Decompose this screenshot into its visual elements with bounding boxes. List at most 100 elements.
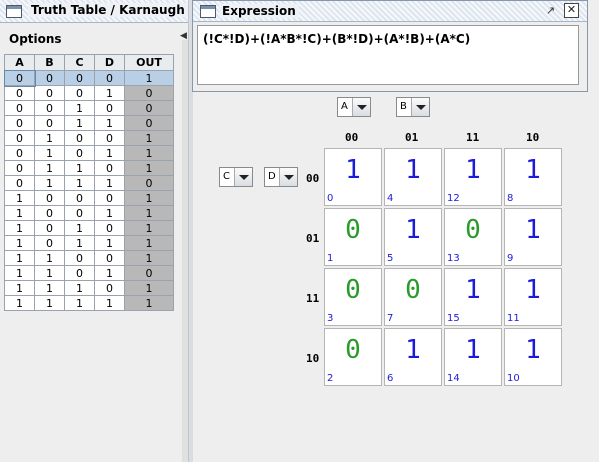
input-cell: 0 [34, 100, 65, 116]
kmap-cell[interactable]: 1 11 [504, 268, 562, 326]
kmap-cell-value: 1 [525, 335, 541, 365]
table-row[interactable]: 11010 [4, 265, 174, 281]
input-cell: 1 [4, 235, 35, 251]
input-cell: 1 [64, 175, 95, 191]
kmap-cell-index: 4 [387, 193, 394, 204]
table-row[interactable]: 01110 [4, 175, 174, 191]
col-var-2-value: B [400, 101, 407, 112]
output-cell[interactable]: 1 [124, 295, 174, 311]
table-row[interactable]: 01001 [4, 130, 174, 146]
table-row[interactable]: 00010 [4, 85, 174, 101]
kmap-cell-value: 1 [525, 275, 541, 305]
input-cell: 0 [34, 235, 65, 251]
col-var-1-value: A [341, 101, 348, 112]
col-var-selector-1[interactable]: A [337, 97, 371, 117]
table-row[interactable]: 11111 [4, 295, 174, 311]
table-row[interactable]: 00100 [4, 100, 174, 116]
kmap-cell[interactable]: 0 13 [444, 208, 502, 266]
input-cell: 0 [34, 115, 65, 131]
kmap-cell[interactable]: 1 14 [444, 328, 502, 386]
close-icon[interactable]: ✕ [564, 3, 579, 18]
input-cell: 1 [4, 280, 35, 296]
output-cell[interactable]: 1 [124, 160, 174, 176]
options-label: Options [9, 32, 62, 46]
table-row[interactable]: 10011 [4, 205, 174, 221]
kmap-cell[interactable]: 10 [324, 148, 382, 206]
col-header-out[interactable]: OUT [124, 54, 174, 71]
input-cell: 1 [94, 205, 125, 221]
input-cell: 1 [34, 130, 65, 146]
input-cell: 0 [94, 100, 125, 116]
expression-field[interactable]: (!C*!D)+(!A*B*!C)+(B*!D)+(A*!B)+(A*C) [197, 25, 579, 85]
input-cell: 1 [94, 85, 125, 101]
kmap-cell[interactable]: 15 [384, 208, 442, 266]
output-cell[interactable]: 1 [124, 220, 174, 236]
output-cell[interactable]: 1 [124, 280, 174, 296]
input-cell: 1 [94, 115, 125, 131]
input-cell: 1 [94, 175, 125, 191]
kmap-cell[interactable]: 1 10 [504, 328, 562, 386]
kmap-cell[interactable]: 14 [384, 148, 442, 206]
table-row[interactable]: 10101 [4, 220, 174, 236]
output-cell[interactable]: 1 [124, 205, 174, 221]
output-cell[interactable]: 0 [124, 115, 174, 131]
output-cell[interactable]: 0 [124, 100, 174, 116]
output-cell[interactable]: 1 [124, 235, 174, 251]
kmap-cell-value: 1 [405, 215, 421, 245]
dropdown-arrow-icon[interactable] [279, 168, 297, 186]
float-window-icon[interactable]: ↗ [544, 4, 557, 17]
kmap-cell[interactable]: 1 15 [444, 268, 502, 326]
kmap-cell[interactable]: 07 [384, 268, 442, 326]
kmap-cell[interactable]: 03 [324, 268, 382, 326]
kmap-cell-value: 1 [405, 155, 421, 185]
input-cell: 1 [64, 115, 95, 131]
output-cell[interactable]: 1 [124, 190, 174, 206]
table-row[interactable]: 00001 [3, 69, 174, 87]
input-cell: 0 [34, 190, 65, 206]
table-row[interactable]: 01101 [4, 160, 174, 176]
kmap-cell[interactable]: 19 [504, 208, 562, 266]
options-header[interactable]: Options ◀ [0, 28, 188, 50]
truth-table-titlebar[interactable]: Truth Table / Karnaugh Map [0, 0, 221, 23]
table-row[interactable]: 11001 [4, 250, 174, 266]
dropdown-arrow-icon[interactable] [234, 168, 252, 186]
output-cell[interactable]: 0 [124, 85, 174, 101]
input-cell: 1 [4, 220, 35, 236]
input-cell: 0 [64, 265, 95, 281]
row-var-selector-2[interactable]: D [264, 167, 298, 187]
col-header-d[interactable]: D [94, 54, 125, 71]
input-cell: 1 [64, 295, 95, 311]
table-row[interactable]: 01011 [4, 145, 174, 161]
col-var-selector-2[interactable]: B [396, 97, 430, 117]
kmap-col-header: 11 [466, 131, 480, 144]
dropdown-arrow-icon[interactable] [352, 98, 370, 116]
output-cell[interactable]: 1 [124, 70, 174, 86]
input-cell: 0 [4, 130, 35, 146]
input-cell: 1 [34, 145, 65, 161]
row-var-selector-1[interactable]: C [219, 167, 253, 187]
col-header-c[interactable]: C [64, 54, 95, 71]
table-row[interactable]: 10001 [4, 190, 174, 206]
output-cell[interactable]: 0 [124, 265, 174, 281]
table-row[interactable]: 10111 [4, 235, 174, 251]
output-cell[interactable]: 1 [124, 130, 174, 146]
col-header-b[interactable]: B [34, 54, 65, 71]
kmap-cell-index: 13 [447, 253, 460, 264]
kmap-cell[interactable]: 1 12 [444, 148, 502, 206]
expression-titlebar[interactable]: Expression ↗ ✕ [193, 1, 587, 22]
kmap-cell[interactable]: 01 [324, 208, 382, 266]
output-cell[interactable]: 1 [124, 145, 174, 161]
kmap-cell[interactable]: 16 [384, 328, 442, 386]
col-header-a[interactable]: A [4, 54, 35, 71]
kmap-cell[interactable]: 18 [504, 148, 562, 206]
input-cell: 0 [64, 145, 95, 161]
dropdown-arrow-icon[interactable] [411, 98, 429, 116]
kmap-cell-index: 11 [507, 313, 520, 324]
kmap-cell[interactable]: 02 [324, 328, 382, 386]
table-row[interactable]: 00110 [4, 115, 174, 131]
input-cell: 0 [64, 130, 95, 146]
output-cell[interactable]: 0 [124, 175, 174, 191]
input-cell: 1 [4, 250, 35, 266]
table-row[interactable]: 11101 [4, 280, 174, 296]
output-cell[interactable]: 1 [124, 250, 174, 266]
